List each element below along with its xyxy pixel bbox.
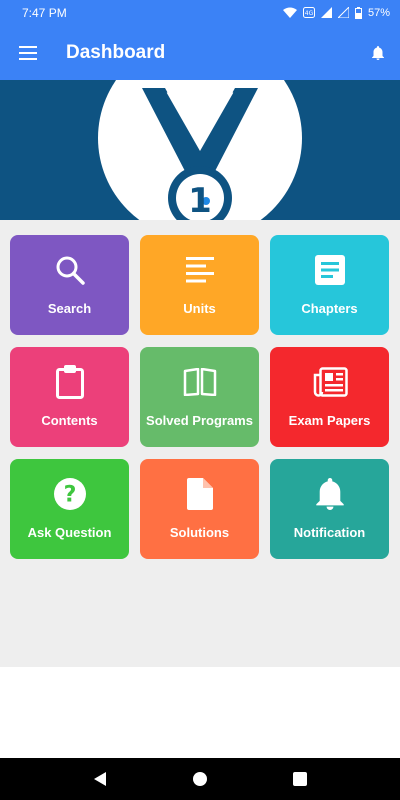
file-icon [186,478,213,510]
tile-label: Units [183,301,216,316]
search-icon [56,256,85,285]
tile-label: Notification [293,525,366,540]
tile-contents[interactable]: Contents [10,347,129,447]
tile-label: Ask Question [27,525,112,540]
volte-icon: 4G [302,7,315,18]
page-title: Dashboard [66,41,166,63]
menu-icon [19,45,37,60]
status-bar: 7:47 PM 4G 57% [0,0,400,25]
tile-units[interactable]: Units [140,235,259,335]
back-icon [94,772,106,786]
system-nav-bar [0,758,400,800]
article-icon [314,255,345,285]
tile-search[interactable]: Search [10,235,129,335]
tile-label: Exam Papers [288,413,371,428]
help-circle-icon: ? [53,478,86,510]
banner: 1 [0,80,400,220]
bell-icon [372,45,384,60]
app-bar: Dashboard [0,25,400,80]
tile-label: Chapters [301,301,358,316]
signal-icon [320,7,332,18]
list-icon [185,257,214,283]
tile-exam-papers[interactable]: Exam Papers [270,347,389,447]
wifi-icon [282,7,297,18]
back-button[interactable] [80,759,120,799]
tile-label: Solutions [169,525,230,540]
svg-text:?: ? [63,483,76,508]
battery-level: 57% [367,6,390,19]
tile-label: Contents [41,413,98,428]
menu-button[interactable] [0,25,56,80]
svg-text:4G: 4G [305,10,314,17]
empty-area [0,667,400,758]
tile-label: Search [47,301,92,316]
home-icon [193,772,207,786]
recents-icon [293,772,307,786]
tile-ask-question[interactable]: ? Ask Question [10,459,129,559]
signal-2-icon [337,7,349,18]
bell-icon [315,478,344,510]
tile-notification[interactable]: Notification [270,459,389,559]
home-button[interactable] [180,759,220,799]
status-icons: 4G 57% [282,6,390,19]
recents-button[interactable] [280,759,320,799]
dashboard-grid: Search Units Chapters Contents Solved Pr… [0,220,400,667]
notifications-button[interactable] [358,25,398,80]
book-icon [183,368,216,396]
status-time: 7:47 PM [22,5,67,20]
tile-chapters[interactable]: Chapters [270,235,389,335]
medal-number: 1 [188,181,212,220]
tile-solutions[interactable]: Solutions [140,459,259,559]
battery-icon [354,6,362,19]
tile-solved-programs[interactable]: Solved Programs [140,347,259,447]
newspaper-icon [313,367,348,397]
medal-illustration: 1 [98,80,302,220]
clipboard-icon [55,365,84,399]
tile-label: Solved Programs [146,413,253,428]
